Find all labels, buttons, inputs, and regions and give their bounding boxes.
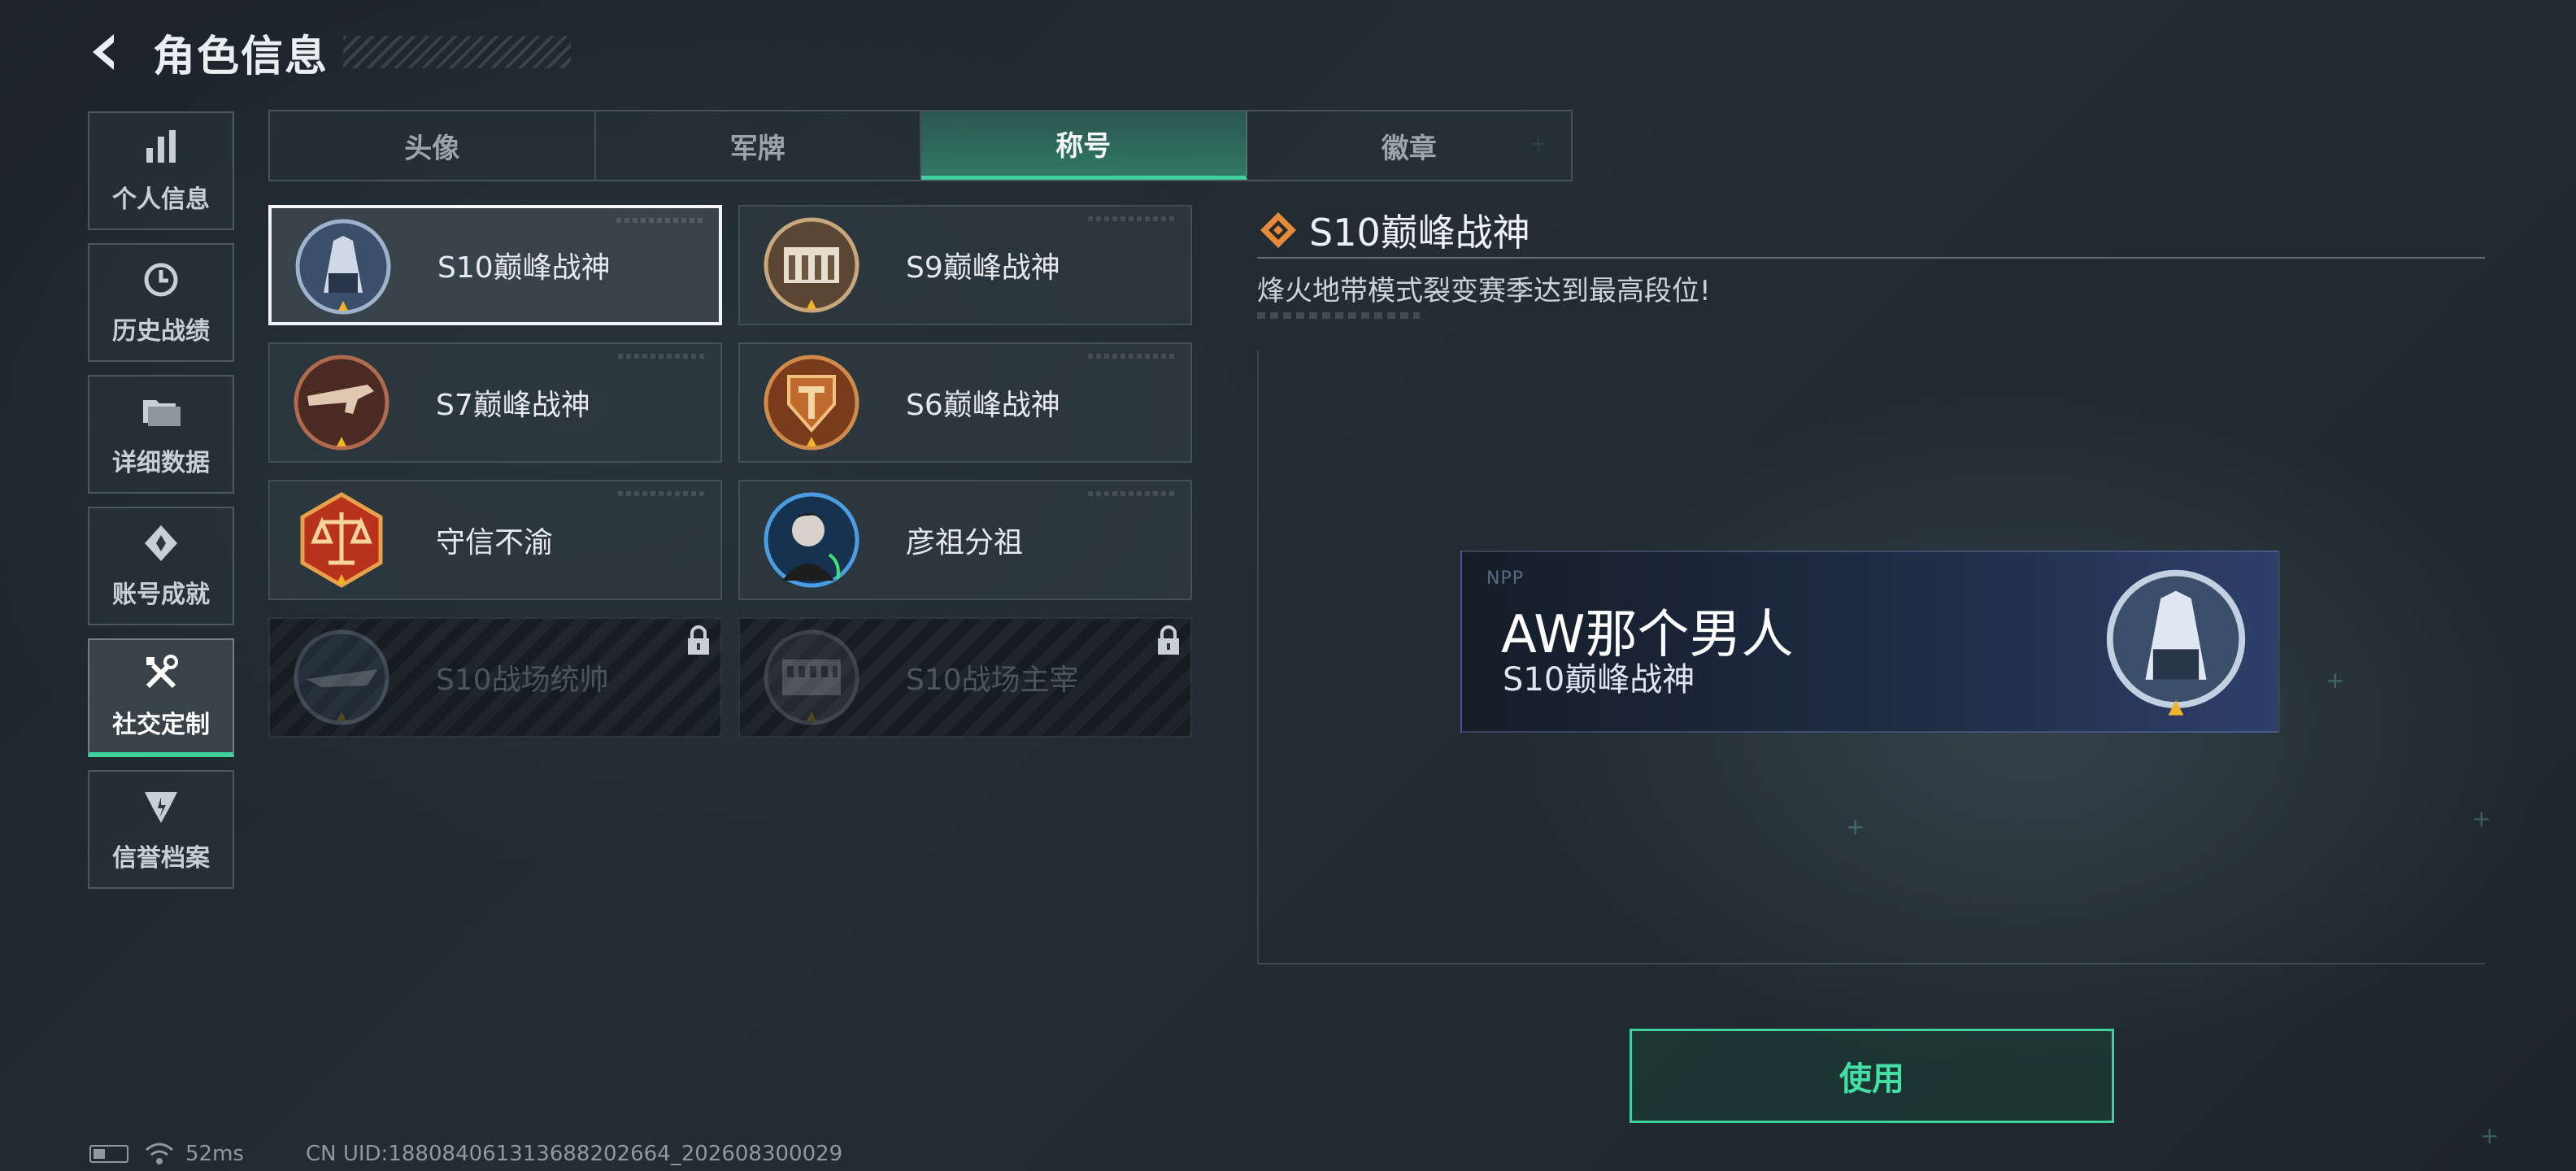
tools-icon — [140, 652, 182, 694]
card-decoration — [1088, 354, 1177, 359]
title-name: S9巅峰战神 — [906, 251, 1060, 285]
sidebar-item-history[interactable]: 历史战绩 — [88, 243, 234, 362]
detail-decoration — [1257, 312, 1420, 319]
title-name: 彦祖分祖 — [906, 526, 1024, 559]
s10-tower-emblem-icon — [291, 216, 395, 320]
title-name: S6巅峰战神 — [906, 389, 1060, 422]
top-bar: 角色信息 — [81, 23, 572, 81]
aircraft-emblem-icon — [289, 627, 394, 731]
sidebar-item-detail-data[interactable]: 详细数据 — [88, 375, 234, 494]
sidebar-item-achievements[interactable]: 账号成就 — [88, 507, 234, 625]
title-card-s9-peak[interactable]: S9巅峰战神 — [738, 205, 1192, 325]
lock-icon — [1155, 625, 1182, 656]
title-card-keep-promise[interactable]: 守信不渝 — [268, 480, 722, 600]
card-decoration — [618, 491, 707, 496]
bar-chart-icon — [140, 127, 182, 169]
sidebar-item-label: 详细数据 — [112, 449, 210, 477]
title-card-s10-dominator-locked[interactable]: S10战场主宰 — [738, 617, 1192, 738]
tab-avatar[interactable]: 头像 — [270, 111, 596, 180]
sidebar: 个人信息 历史战绩 详细数据 账号成就 社交定制 信誉档案 — [88, 111, 237, 902]
portrait-emblem-icon — [759, 490, 864, 594]
back-arrow-icon[interactable] — [81, 28, 130, 76]
tab-military-tag[interactable]: 军牌 — [596, 111, 921, 180]
detail-divider — [1257, 257, 2485, 259]
s10-tower-emblem-icon — [2095, 560, 2257, 723]
detail-title: S10巅峰战神 — [1309, 211, 1530, 255]
title-name: 守信不渝 — [436, 526, 554, 559]
title-name: S10战场主宰 — [906, 664, 1079, 697]
preview-title: S10巅峰战神 — [1503, 661, 1695, 699]
bg-cross: + — [2480, 1122, 2500, 1149]
title-card-s10-commander-locked[interactable]: S10战场统帅 — [268, 617, 722, 738]
sidebar-item-label: 社交定制 — [112, 711, 210, 739]
sidebar-item-label: 账号成就 — [112, 581, 210, 609]
title-name: S7巅峰战神 — [436, 389, 590, 422]
sidebar-item-label: 历史战绩 — [112, 317, 210, 346]
title-name: S10巅峰战神 — [437, 251, 611, 285]
sidebar-item-personal-info[interactable]: 个人信息 — [88, 111, 234, 230]
status-bar: 52ms CN UID:18808406131368820266​4_20260… — [89, 1142, 842, 1166]
preview-watermark: NPP — [1486, 568, 1524, 589]
uid-text: CN UID:18808406131368820266​4_2026083000… — [305, 1142, 843, 1166]
card-decoration — [618, 354, 707, 359]
page-title: 角色信息 — [153, 32, 329, 81]
battery-icon — [89, 1145, 128, 1163]
title-card-s7-peak[interactable]: S7巅峰战神 — [268, 342, 722, 463]
title-card-yanzu[interactable]: 彦祖分祖 — [738, 480, 1192, 600]
history-clock-icon — [140, 259, 182, 301]
credit-shield-icon — [140, 786, 182, 828]
title-preview-banner: NPP AW那个男人 S10巅峰战神 — [1460, 551, 2280, 733]
lock-icon — [685, 625, 712, 656]
s6-shield-emblem-icon — [759, 352, 864, 456]
ping-text: 52ms — [185, 1142, 244, 1166]
wifi-icon — [128, 1142, 174, 1166]
detail-description: 烽火地带模式裂变赛季达到最高段位! — [1257, 275, 1711, 307]
achievement-icon — [140, 522, 182, 564]
s9-building-emblem-icon — [759, 215, 864, 319]
title-name: S10战场统帅 — [436, 664, 609, 697]
use-button[interactable]: 使用 — [1630, 1029, 2114, 1123]
title-card-s6-peak[interactable]: S6巅峰战神 — [738, 342, 1192, 463]
card-decoration — [1088, 216, 1177, 221]
sidebar-item-social-custom[interactable]: 社交定制 — [88, 638, 234, 757]
sidebar-item-label: 信誉档案 — [112, 844, 210, 873]
tab-titles[interactable]: 称号 — [921, 111, 1247, 180]
card-decoration — [1088, 491, 1177, 496]
tab-badges[interactable]: 徽章 — [1247, 111, 1572, 180]
detail-header: S10巅峰战神 — [1257, 203, 1530, 257]
sidebar-item-credit[interactable]: 信誉档案 — [88, 770, 234, 889]
card-decoration — [616, 218, 706, 223]
folder-icon — [140, 390, 182, 433]
scales-emblem-icon — [289, 490, 394, 594]
orange-diamond-icon — [1257, 209, 1299, 251]
s7-rifle-emblem-icon — [289, 352, 394, 456]
colosseum-emblem-icon — [759, 627, 864, 731]
tab-bar: 头像 军牌 称号 徽章 — [268, 110, 1573, 181]
sidebar-item-label: 个人信息 — [112, 185, 210, 214]
title-decoration — [343, 36, 572, 68]
title-card-s10-peak[interactable]: S10巅峰战神 — [268, 205, 722, 325]
